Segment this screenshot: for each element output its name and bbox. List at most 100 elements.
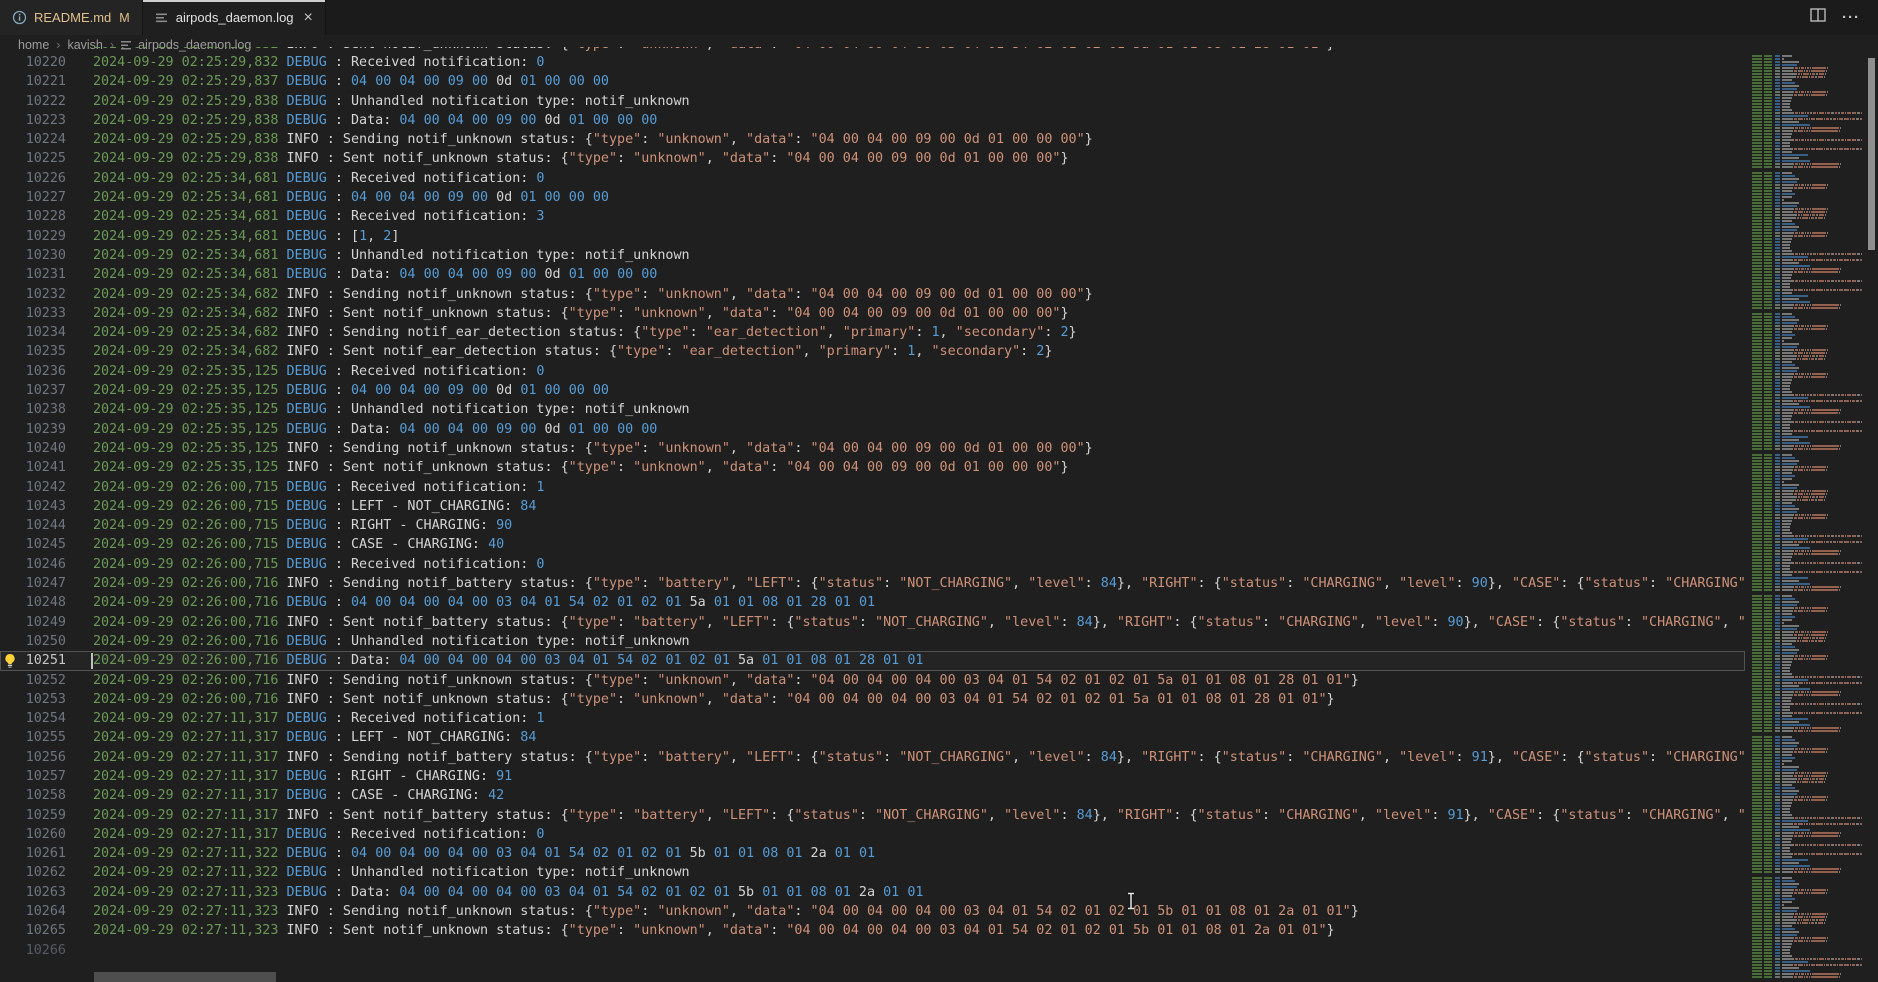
editor-pane[interactable]: home › kavish › airpods_daemon.log 2024-… [0, 35, 1878, 982]
log-line: 102452024-09-29 02:26:00,715 DEBUG : CAS… [0, 535, 1745, 554]
line-number: 10264 [0, 902, 66, 921]
line-number: 10220 [0, 53, 66, 72]
line-number: 10258 [0, 786, 66, 805]
line-number: 10237 [0, 381, 66, 400]
line-text: 2024-09-29 02:25:34,681 DEBUG : Unhandle… [93, 246, 690, 265]
log-line: 10246 2024-09-29 02:26:00,715 DEBUG : Rec… [0, 555, 1745, 574]
line-text: 2024-09-29 02:25:35,125 DEBUG : Unhandle… [93, 400, 690, 419]
line-text: 2024-09-29 02:25:35,125 INFO : Sent noti… [93, 458, 1069, 477]
line-number [0, 47, 66, 54]
line-text: 2024-09-29 02:26:00,716 DEBUG : Data: 04… [93, 651, 923, 670]
log-line: 102512024-09-29 02:26:00,716 DEBUG : Dat… [0, 651, 1745, 670]
log-line: 102222024-09-29 02:25:29,838 DEBUG : Unh… [0, 92, 1745, 111]
line-text: 2024-09-29 02:26:00,715 DEBUG : Received… [93, 555, 544, 574]
log-line: 10236 2024-09-29 02:25:35,125 DEBUG : Rec… [0, 362, 1745, 381]
line-text: 2024-09-29 02:27:11,317 DEBUG : Received… [93, 709, 544, 728]
line-number: 10231 [0, 265, 66, 284]
log-line: 10247 2024-09-29 02:26:00,716 INFO : Send… [0, 574, 1745, 593]
log-line: 102432024-09-29 02:26:00,715 DEBUG : LEF… [0, 497, 1745, 516]
line-text: 2024-09-29 02:26:00,715 DEBUG : RIGHT - … [93, 516, 512, 535]
line-number: 10240 [0, 439, 66, 458]
line-text: 2024-09-29 02:25:29,838 INFO : Sent noti… [93, 149, 1069, 168]
line-number: 10246 [0, 555, 66, 574]
line-number: 10239 [0, 420, 66, 439]
log-line: 2024-09-29 02:25:29,832 INFO : Sent noti… [0, 47, 1745, 54]
line-text: 2024-09-29 02:26:00,715 DEBUG : Received… [93, 478, 544, 497]
line-number: 10254 [0, 709, 66, 728]
split-editor-icon[interactable] [1810, 8, 1826, 27]
log-line: 102482024-09-29 02:26:00,716 DEBUG : 04 … [0, 593, 1745, 612]
line-number: 10236 [0, 362, 66, 381]
line-number: 10229 [0, 227, 66, 246]
line-number: 10230 [0, 246, 66, 265]
line-number: 10249 [0, 613, 66, 632]
log-line: 10225 2024-09-29 02:25:29,838 INFO : Sent… [0, 149, 1745, 168]
log-line: 102622024-09-29 02:27:11,322 DEBUG : Unh… [0, 863, 1745, 882]
line-text: 2024-09-29 02:25:29,838 INFO : Sending n… [93, 130, 1093, 149]
log-line: 102292024-09-29 02:25:34,681 DEBUG : [1,… [0, 227, 1745, 246]
close-icon[interactable]: × [304, 10, 313, 26]
lightbulb-icon[interactable] [3, 653, 17, 669]
line-text: 2024-09-29 02:25:35,125 DEBUG : Received… [93, 362, 544, 381]
partial-line-top: 2024-09-29 02:25:29,832 INFO : Sent noti… [0, 47, 1745, 54]
tab-airpods-daemon-log[interactable]: airpods_daemon.log × [143, 0, 326, 35]
log-line: 102272024-09-29 02:25:34,681 DEBUG : 04 … [0, 188, 1745, 207]
line-text: 2024-09-29 02:25:35,125 DEBUG : Data: 04… [93, 420, 657, 439]
line-text: 2024-09-29 02:26:00,716 INFO : Sent noti… [93, 690, 1335, 709]
line-text: 2024-09-29 02:25:35,125 DEBUG : 04 00 04… [93, 381, 609, 400]
line-text: 2024-09-29 02:26:00,716 INFO : Sent noti… [93, 613, 1745, 632]
horizontal-scrollbar-thumb[interactable] [94, 972, 276, 982]
log-line: 102212024-09-29 02:25:29,837 DEBUG : 04 … [0, 72, 1745, 91]
line-text: 2024-09-29 02:27:11,317 INFO : Sent noti… [93, 806, 1745, 825]
log-line: 10249 2024-09-29 02:26:00,716 INFO : Sent… [0, 613, 1745, 632]
vertical-scrollbar-thumb[interactable] [1868, 58, 1875, 250]
log-line: 10230 2024-09-29 02:25:34,681 DEBUG : Unh… [0, 246, 1745, 265]
line-number: 10221 [0, 72, 66, 91]
log-line: 102282024-09-29 02:25:34,681 DEBUG : Rec… [0, 207, 1745, 226]
log-file-icon [155, 12, 169, 24]
line-text: 2024-09-29 02:26:00,715 DEBUG : LEFT - N… [93, 497, 536, 516]
log-line: 102642024-09-29 02:27:11,323 INFO : Send… [0, 902, 1745, 921]
line-text: 2024-09-29 02:25:29,832 INFO : Sent noti… [93, 47, 1335, 54]
log-line: 102562024-09-29 02:27:11,317 INFO : Send… [0, 748, 1745, 767]
tab-label: airpods_daemon.log [176, 10, 294, 25]
log-line: 102342024-09-29 02:25:34,682 INFO : Send… [0, 323, 1745, 342]
log-line: 10224 2024-09-29 02:25:29,838 INFO : Send… [0, 130, 1745, 149]
log-line: 10238 2024-09-29 02:25:35,125 DEBUG : Unh… [0, 400, 1745, 419]
line-text: 2024-09-29 02:25:34,681 DEBUG : Received… [93, 207, 544, 226]
line-number: 10225 [0, 149, 66, 168]
line-text: 2024-09-29 02:27:11,322 DEBUG : Unhandle… [93, 863, 690, 882]
tab-label: README.md [34, 10, 111, 25]
line-number: 10253 [0, 690, 66, 709]
line-text: 2024-09-29 02:27:11,323 DEBUG : Data: 04… [93, 883, 923, 902]
line-number: 10256 [0, 748, 66, 767]
line-number: 10261 [0, 844, 66, 863]
more-actions-icon[interactable]: ··· [1842, 9, 1860, 26]
line-number: 10252 [0, 671, 66, 690]
line-text: 2024-09-29 02:25:35,125 INFO : Sending n… [93, 439, 1093, 458]
log-line: 10237 2024-09-29 02:25:35,125 DEBUG : 04 … [0, 381, 1745, 400]
line-number: 10263 [0, 883, 66, 902]
line-number: 10247 [0, 574, 66, 593]
line-text: 2024-09-29 02:26:00,716 DEBUG : Unhandle… [93, 632, 690, 651]
line-text: 2024-09-29 02:25:34,682 INFO : Sent noti… [93, 342, 1052, 361]
line-text: 2024-09-29 02:27:11,322 DEBUG : 04 00 04… [93, 844, 875, 863]
line-text: 2024-09-29 02:27:11,317 DEBUG : CASE - C… [93, 786, 504, 805]
line-text: 2024-09-29 02:25:29,838 DEBUG : Unhandle… [93, 92, 690, 111]
modified-badge: M [119, 11, 129, 25]
line-text: 2024-09-29 02:25:34,682 INFO : Sent noti… [93, 304, 1069, 323]
line-number: 10244 [0, 516, 66, 535]
line-number: 10234 [0, 323, 66, 342]
tab-readme[interactable]: README.md M [0, 0, 143, 35]
line-text: 2024-09-29 02:26:00,716 INFO : Sending n… [93, 574, 1745, 593]
log-line: 10261 2024-09-29 02:27:11,322 DEBUG : 04 … [0, 844, 1745, 863]
line-text: 2024-09-29 02:25:34,681 DEBUG : Received… [93, 169, 544, 188]
log-line: 10240 2024-09-29 02:25:35,125 INFO : Send… [0, 439, 1745, 458]
line-number: 10235 [0, 342, 66, 361]
log-line: 102652024-09-29 02:27:11,323 INFO : Sent… [0, 921, 1745, 940]
log-line: 102502024-09-29 02:26:00,716 DEBUG : Unh… [0, 632, 1745, 651]
minimap[interactable] [1752, 55, 1864, 979]
log-line: 102592024-09-29 02:27:11,317 INFO : Sent… [0, 806, 1745, 825]
line-number: 10224 [0, 130, 66, 149]
line-number: 10238 [0, 400, 66, 419]
